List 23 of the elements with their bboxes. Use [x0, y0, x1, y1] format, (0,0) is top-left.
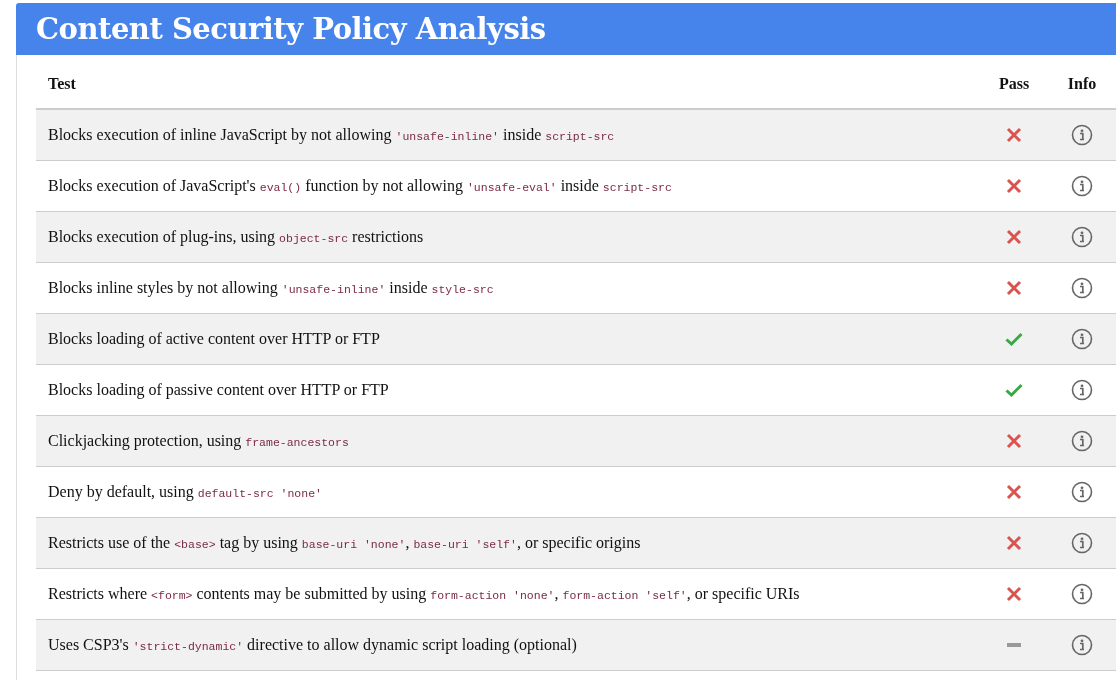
info-icon[interactable]: [1071, 175, 1093, 197]
test-description: Blocks inline styles by not allowing 'unsafe-inline' inside style-src: [48, 279, 494, 297]
info-icon[interactable]: [1071, 634, 1093, 656]
test-description: Blocks execution of inline JavaScript by not allowing 'unsafe-inline' inside script-src: [48, 126, 615, 144]
test-description: Uses CSP3's 'strict-dynamic' directive to allow dynamic script loading (optional): [48, 636, 577, 654]
info-icon[interactable]: [1071, 277, 1093, 299]
info-icon[interactable]: [1071, 430, 1093, 452]
test-description: Blocks execution of plug-ins, using object-src restrictions: [48, 228, 424, 246]
test-description: Restricts where <form> contents may be submitted by using form-action 'none', form-action 'self', or specific URIs: [48, 585, 800, 603]
info-icon[interactable]: [1071, 532, 1093, 554]
info-icon[interactable]: [1071, 583, 1093, 605]
info-icon[interactable]: [1071, 226, 1093, 248]
info-icon[interactable]: [1071, 481, 1093, 503]
info-icon[interactable]: [1071, 328, 1093, 350]
test-description: Restricts use of the <base> tag by using base-uri 'none', base-uri 'self', or specific origins: [48, 534, 641, 552]
test-description: Blocks execution of JavaScript's eval() function by not allowing 'unsafe-eval' inside script-src: [48, 177, 672, 195]
test-description: Clickjacking protection, using frame-ancestors: [48, 432, 349, 450]
test-description: Blocks loading of active content over HTTP or FTP: [48, 330, 380, 348]
info-icon[interactable]: [1071, 379, 1093, 401]
test-description: Blocks loading of passive content over HTTP or FTP: [48, 381, 389, 399]
info-icon[interactable]: [1071, 124, 1093, 146]
test-description: Deny by default, using default-src 'none': [48, 483, 322, 501]
page-title: Content Security Policy Analysis: [16, 3, 1116, 55]
